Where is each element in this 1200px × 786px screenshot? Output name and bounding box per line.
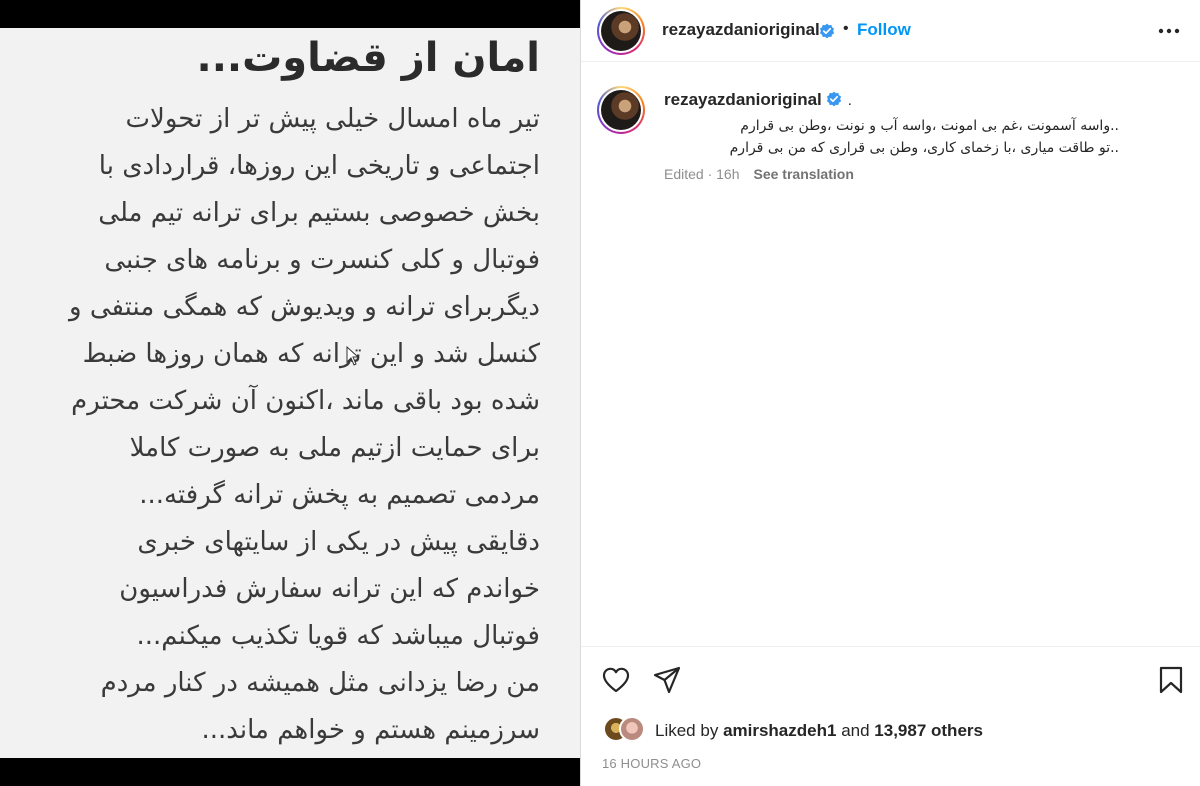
author-username[interactable]: rezayazdanioriginal xyxy=(662,20,820,40)
poster-line: اجتماعی و تاریخی این روزها، قراردادی با xyxy=(98,151,540,181)
mouse-cursor-icon xyxy=(346,346,360,366)
poster-line: خواندم که این ترانه سفارش فدراسیون xyxy=(119,574,540,604)
post-image: امان از قضاوت... تیر ماه امسال خیلی پیش … xyxy=(0,28,580,758)
caption-username[interactable]: rezayazdanioriginal xyxy=(664,90,822,109)
bookmark-icon[interactable] xyxy=(1156,665,1186,695)
poster-line: تیر ماه امسال خیلی پیش تر از تحولات xyxy=(125,104,540,134)
poster-text: تیر ماه امسال خیلی پیش تر از تحولات اجتم… xyxy=(69,96,540,754)
paper-plane-icon[interactable] xyxy=(652,665,682,695)
avatar xyxy=(619,716,645,742)
heart-icon[interactable] xyxy=(601,665,631,695)
post-details-panel: rezayazdanioriginal • Follow rezayazdani… xyxy=(580,0,1200,786)
verified-badge-icon xyxy=(819,23,835,39)
poster-line: من رضا یزدانی مثل همیشه در کنار مردم xyxy=(100,668,540,698)
liked-by-username[interactable]: amirshazdeh1 xyxy=(723,721,836,740)
caption-line: ..تو طاقت میاری ،با زخمای کاری، وطن بی ق… xyxy=(729,140,1119,156)
post-footer: Liked by amirshazdeh1 and 13,987 others … xyxy=(581,646,1200,786)
separator-dot: • xyxy=(843,20,849,37)
post-media[interactable]: امان از قضاوت... تیر ماه امسال خیلی پیش … xyxy=(0,0,580,786)
post-header: rezayazdanioriginal • Follow xyxy=(581,0,1200,62)
follow-button[interactable]: Follow xyxy=(857,20,911,40)
likes-others-link[interactable]: 13,987 others xyxy=(874,721,983,740)
caption-dot: . xyxy=(847,92,852,109)
poster-line: دیگربرای ترانه و ویدیوش که همگی منتفی و xyxy=(69,292,540,322)
poster-line: فوتبال و کلی کنسرت و برنامه های جنبی xyxy=(104,245,540,275)
caption-meta: Edited · 16h See translation xyxy=(664,166,854,182)
liked-by-text: Liked by amirshazdeh1 and 13,987 others xyxy=(655,721,983,741)
poster-line: سرزمینم هستم و خواهم ماند... xyxy=(201,715,540,745)
liked-by-and: and xyxy=(841,721,870,740)
caption-author-avatar[interactable] xyxy=(597,86,645,134)
poster-line: کنسل شد و این ترانه که همان روزها ضبط xyxy=(82,339,540,369)
see-translation-link[interactable]: See translation xyxy=(754,166,854,182)
poster-title: امان از قضاوت... xyxy=(196,35,541,81)
poster-line: بخش خصوصی بستیم برای ترانه تیم ملی xyxy=(98,198,540,228)
poster-line: شده بود باقی ماند ،اکنون آن شرکت محترم xyxy=(71,386,540,416)
poster-line: فوتبال میباشد که قویا تکذیب میکنم... xyxy=(136,621,540,651)
liked-by-avatars[interactable] xyxy=(603,716,651,744)
poster-line: مردمی تصمیم به پخش ترانه گرفته... xyxy=(139,480,540,510)
poster-line: برای حمایت ازتیم ملی به صورت کاملا xyxy=(129,433,540,463)
more-options-icon[interactable] xyxy=(1157,24,1181,38)
caption-line: ..واسه آسمونت ،غم بی امونت ،واسه آب و نو… xyxy=(740,118,1119,134)
poster-line: دقایقی پیش در یکی از سایتهای خبری xyxy=(137,527,540,557)
post-timestamp[interactable]: 16 HOURS AGO xyxy=(602,756,701,771)
verified-badge-icon xyxy=(826,91,841,107)
author-avatar[interactable] xyxy=(597,7,645,55)
caption-header: rezayazdanioriginal . xyxy=(664,90,852,110)
liked-by-prefix: Liked by xyxy=(655,721,719,740)
edited-time: Edited · 16h xyxy=(664,166,740,182)
